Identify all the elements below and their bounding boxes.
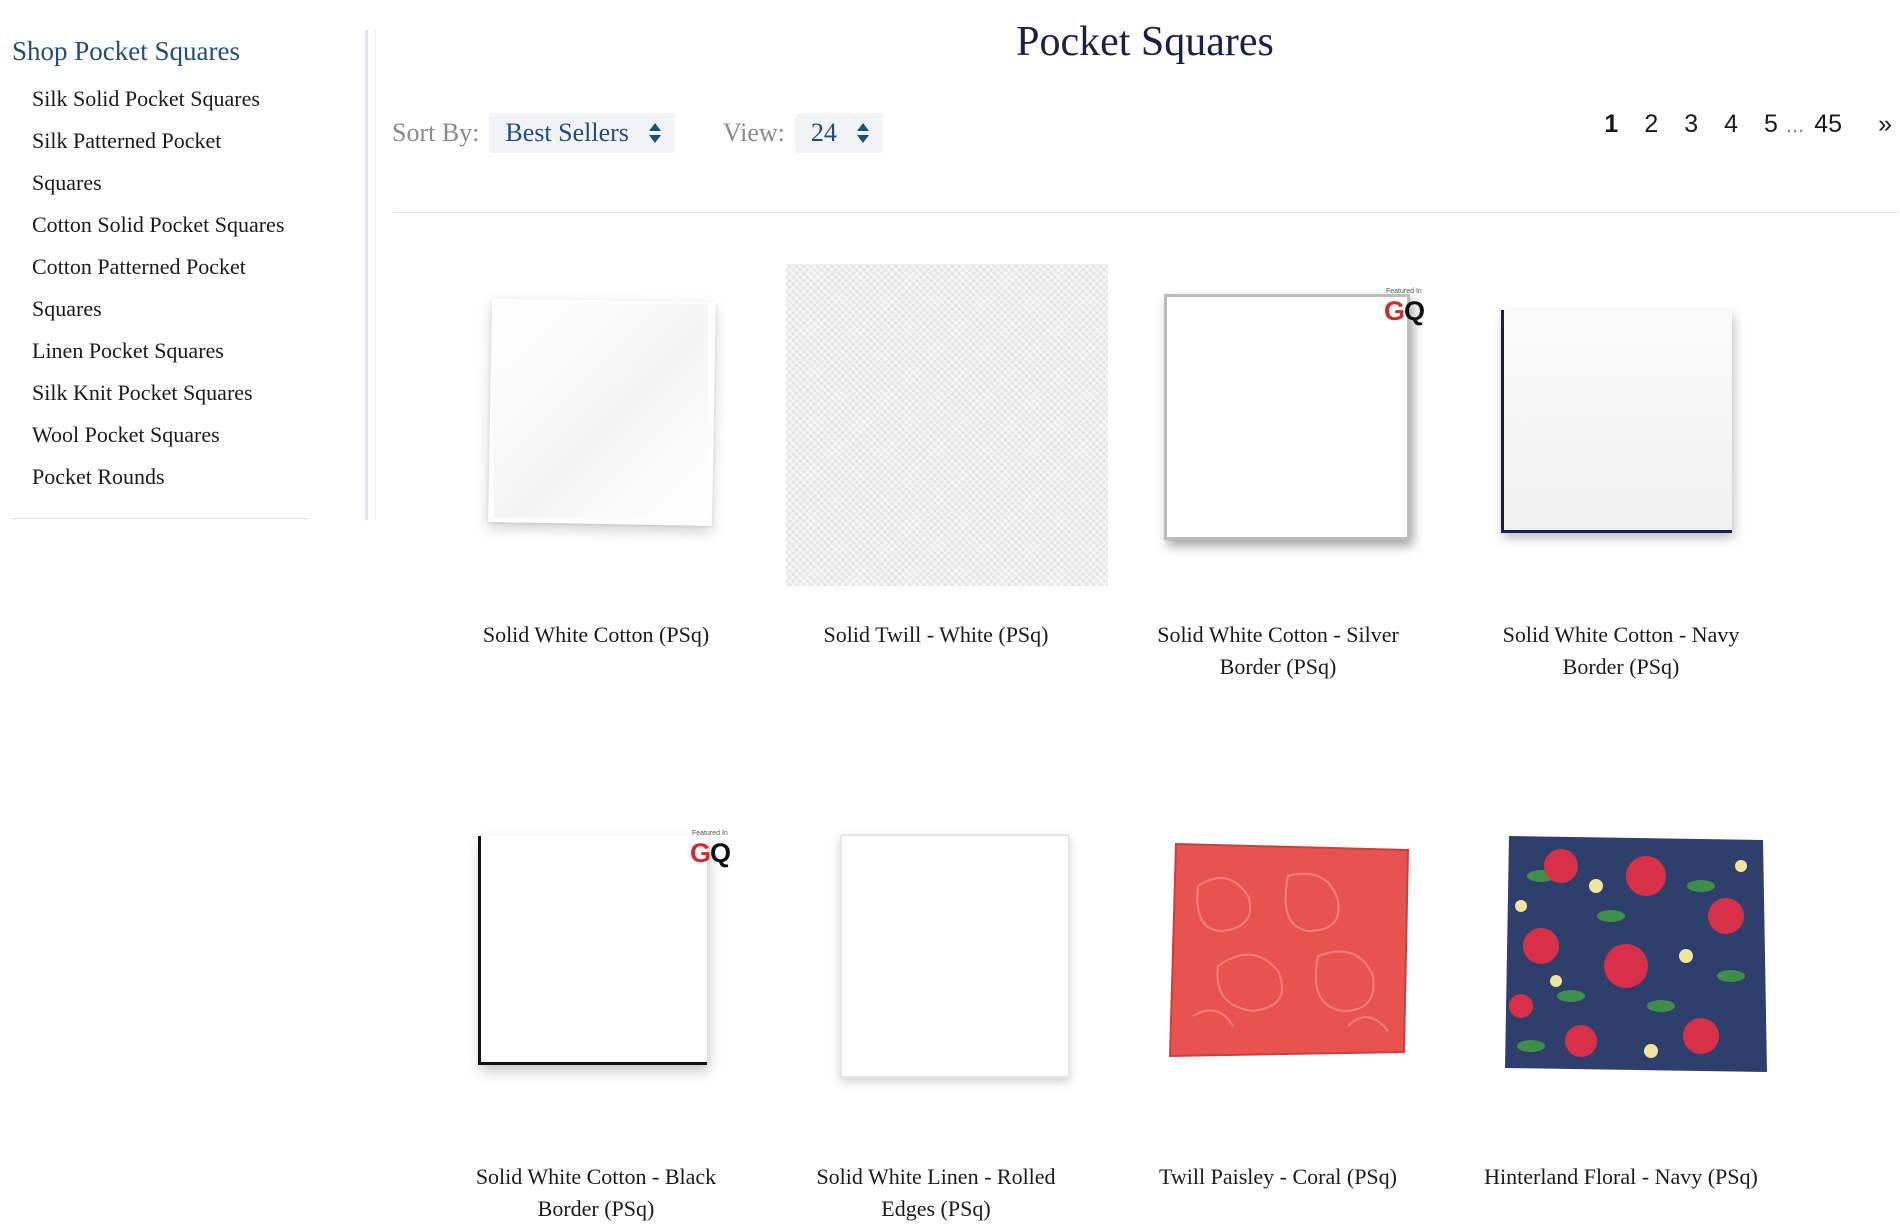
product-image[interactable] [1118,806,1438,1126]
product-name[interactable]: Solid White Cotton - Navy Border (PSq) [1449,619,1793,683]
sidebar-item-linen[interactable]: Linen Pocket Squares [32,330,332,372]
product-name-line1: Solid White Cotton - Black [475,1164,717,1189]
product-image[interactable] [436,264,756,584]
product-name[interactable]: Solid White Cotton - Black Border (PSq) [424,1161,768,1225]
pagination: 1 2 3 4 5 ... 45 » [1578,110,1892,139]
product-card[interactable]: Solid White Linen - Rolled Edges (PSq) [764,806,1104,1226]
product-image[interactable] [1461,806,1781,1126]
product-image[interactable]: Featured In GQ [1118,264,1438,584]
product-name[interactable]: Solid White Linen - Rolled Edges (PSq) [764,1161,1108,1225]
product-card[interactable]: Hinterland Floral - Navy (PSq) [1449,806,1789,1226]
listing-toolbar: Sort By: Best Sellers View: 24 [392,112,883,154]
sidebar-divider-line [12,518,308,519]
sidebar-item-cotton-solid[interactable]: Cotton Solid Pocket Squares [32,204,332,246]
select-arrows-icon [856,118,869,148]
product-name-line1: Solid Twill - White (PSq) [823,622,1049,647]
product-image[interactable] [1461,264,1781,584]
next-page-icon[interactable]: » [1878,110,1892,139]
page-link-5[interactable]: 5 [1764,110,1778,139]
pagination-ellipsis: ... [1785,111,1805,137]
page-title: Pocket Squares [1016,19,1274,65]
product-name[interactable]: Twill Paisley - Coral (PSq) [1106,1161,1450,1193]
product-image[interactable] [776,264,1108,586]
product-name-line1: Hinterland Floral - Navy (PSq) [1484,1164,1758,1189]
product-name[interactable]: Hinterland Floral - Navy (PSq) [1449,1161,1793,1193]
product-card[interactable]: Solid White Cotton - Navy Border (PSq) [1449,264,1789,684]
product-card[interactable]: Solid Twill - White (PSq) [764,264,1108,684]
product-name-line1: Solid White Linen - Rolled [816,1164,1056,1189]
coral-paisley-swatch [1168,842,1410,1058]
page-link-1[interactable]: 1 [1604,110,1618,139]
sort-value: Best Sellers [505,118,629,147]
product-name-line2: Edges (PSq) [881,1196,991,1221]
page-link-3[interactable]: 3 [1684,110,1698,139]
page-link-last[interactable]: 45 [1814,110,1842,139]
product-card[interactable]: Featured In GQ Solid White Cotton - Silv… [1106,264,1446,684]
sidebar-category-list: Silk Solid Pocket Squares Silk Patterned… [32,78,332,498]
sort-select[interactable]: Best Sellers [489,113,675,153]
sidebar-item-cotton-patterned-cont[interactable]: Squares [32,288,332,330]
product-card[interactable]: Solid White Cotton (PSq) [424,264,764,684]
sidebar-item-silk-patterned[interactable]: Silk Patterned Pocket [32,120,332,162]
sidebar-scrollbar[interactable] [365,30,368,520]
product-image[interactable]: Featured In GQ [436,806,756,1126]
product-name-line1: Solid White Cotton - Silver [1157,622,1399,647]
sidebar-edge [375,30,376,520]
product-card[interactable]: Featured In GQ Solid White Cotton - Blac… [424,806,764,1226]
product-name-line2: Border (PSq) [537,1196,655,1221]
product-name-line1: Solid White Cotton (PSq) [482,622,710,647]
sidebar-item-silk-patterned-cont[interactable]: Squares [32,162,332,204]
product-name-line2: Border (PSq) [1219,654,1337,679]
sort-label: Sort By: [392,118,480,147]
sidebar-item-cotton-patterned[interactable]: Cotton Patterned Pocket [32,246,332,288]
sidebar-item-pocket-rounds[interactable]: Pocket Rounds [32,456,332,498]
page-link-2[interactable]: 2 [1644,110,1658,139]
sidebar-item-silk-solid[interactable]: Silk Solid Pocket Squares [32,78,332,120]
product-name[interactable]: Solid Twill - White (PSq) [764,619,1108,651]
product-name[interactable]: Solid White Cotton - Silver Border (PSq) [1106,619,1450,683]
gq-badge-icon: Featured In GQ [690,830,732,868]
view-label: View: [722,118,785,147]
product-card[interactable]: Twill Paisley - Coral (PSq) [1106,806,1446,1226]
sidebar-item-silk-knit[interactable]: Silk Knit Pocket Squares [32,372,332,414]
product-name-line2: Border (PSq) [1562,654,1680,679]
gq-badge-icon: Featured In GQ [1384,288,1426,326]
product-name[interactable]: Solid White Cotton (PSq) [424,619,768,651]
sidebar-item-wool[interactable]: Wool Pocket Squares [32,414,332,456]
sidebar-title-link[interactable]: Shop Pocket Squares [12,36,240,67]
select-arrows-icon [648,118,661,148]
page-link-4[interactable]: 4 [1724,110,1738,139]
product-name-line1: Solid White Cotton - Navy [1502,622,1740,647]
product-image[interactable] [776,806,1096,1126]
view-select[interactable]: 24 [794,113,883,153]
product-name-line1: Twill Paisley - Coral (PSq) [1158,1164,1397,1189]
category-sidebar: Shop Pocket Squares Silk Solid Pocket Sq… [0,0,375,520]
navy-floral-swatch [1505,836,1767,1072]
view-value: 24 [810,118,837,147]
content-divider [394,212,1898,213]
